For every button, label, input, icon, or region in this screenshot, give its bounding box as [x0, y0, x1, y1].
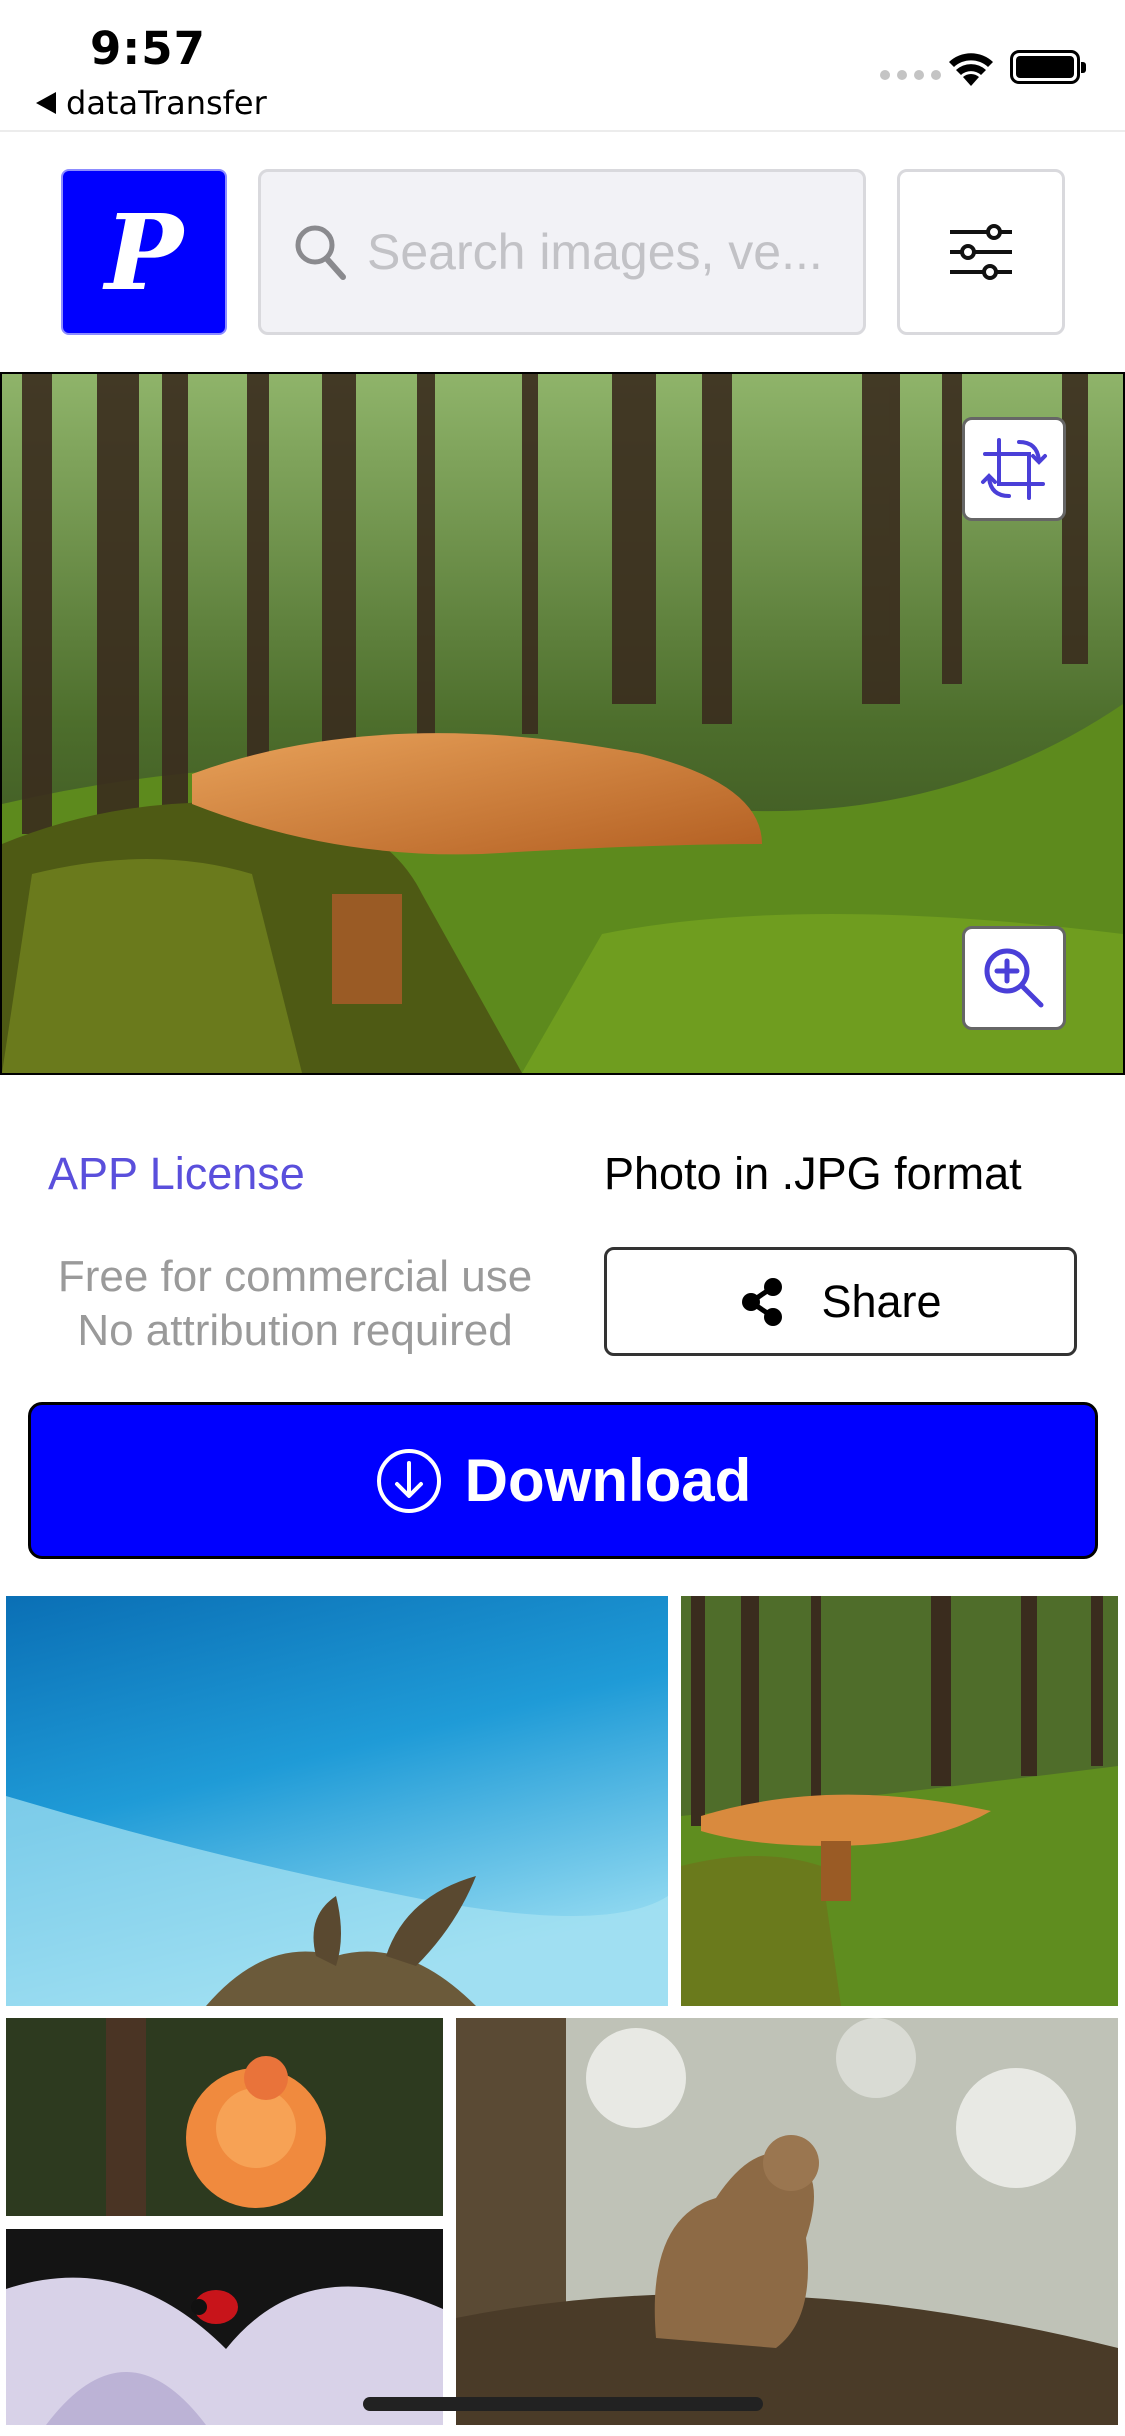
mushroom-forest-photo	[2, 374, 1123, 1073]
search-bar[interactable]	[258, 169, 866, 335]
download-label: Download	[464, 1447, 752, 1514]
grid-image-turtle[interactable]	[6, 1596, 668, 2006]
app-logo-button[interactable]: P	[61, 169, 227, 335]
grid-image-squirrel[interactable]	[456, 2018, 1118, 2425]
grid-image-ladybug[interactable]	[6, 2229, 443, 2425]
search-input[interactable]	[367, 223, 847, 281]
usage-line-1: Free for commercial use	[57, 1252, 533, 1301]
main-photo[interactable]	[0, 372, 1125, 1075]
usage-terms: Free for commercial use No attribution r…	[40, 1250, 550, 1358]
share-icon	[742, 1277, 783, 1326]
share-label: Share	[821, 1275, 942, 1327]
grid-image-flower[interactable]	[6, 2018, 443, 2216]
status-divider	[0, 130, 1125, 132]
home-indicator	[363, 2397, 763, 2411]
grid-image-mushroom[interactable]	[681, 1596, 1118, 2006]
orange-flower-photo	[6, 2018, 443, 2216]
crop-button[interactable]	[962, 417, 1066, 521]
filter-button[interactable]	[897, 169, 1065, 335]
zoom-button[interactable]	[962, 926, 1066, 1030]
photo-format-label: Photo in .JPG format	[604, 1148, 1022, 1199]
app-license-link[interactable]: APP License	[48, 1148, 305, 1200]
download-circle-icon	[376, 1448, 441, 1513]
squirrel-photo	[456, 2018, 1118, 2425]
download-button[interactable]: Download	[28, 1402, 1098, 1559]
sliders-icon	[950, 224, 1012, 280]
turtle-photo	[6, 1596, 668, 2006]
wifi-icon	[949, 53, 993, 86]
ladybug-photo	[6, 2229, 443, 2425]
zoom-in-icon	[984, 948, 1044, 1008]
back-triangle-icon	[36, 92, 56, 114]
cellular-signal-icon	[880, 70, 941, 80]
status-time: 9:57	[90, 22, 206, 75]
usage-line-2: No attribution required	[77, 1306, 513, 1355]
search-icon	[295, 225, 346, 280]
crop-rotate-icon	[981, 438, 1047, 500]
share-button[interactable]: Share	[604, 1247, 1077, 1356]
back-app-label: dataTransfer	[66, 84, 267, 122]
battery-icon	[1010, 50, 1086, 84]
mushroom-thumbnail-photo	[681, 1596, 1118, 2006]
back-to-app-button[interactable]: dataTransfer	[36, 84, 267, 122]
